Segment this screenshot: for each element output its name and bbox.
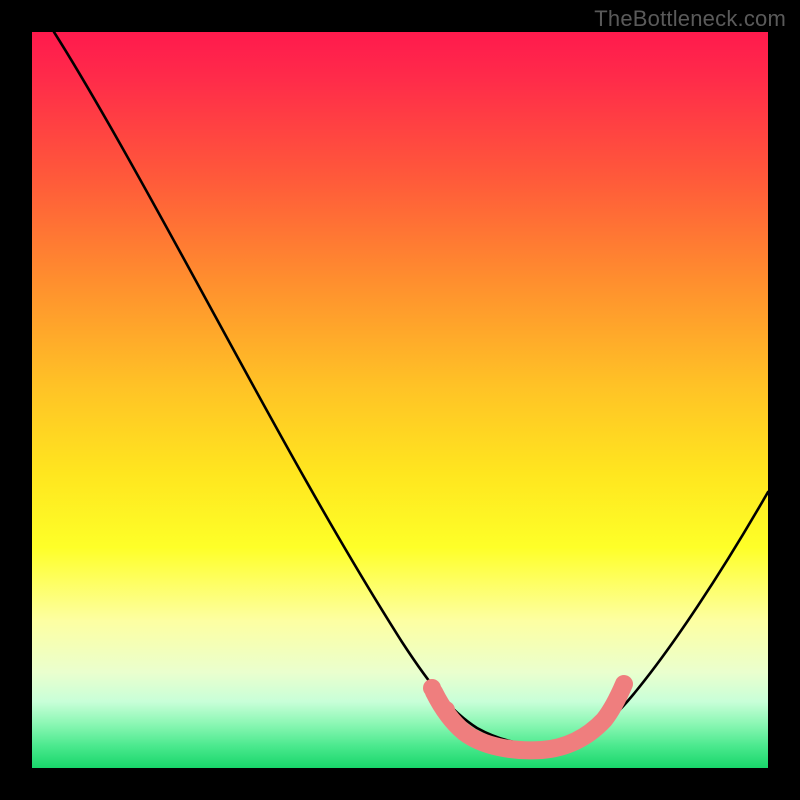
bottleneck-curve xyxy=(54,32,768,745)
chart-frame: TheBottleneck.com xyxy=(0,0,800,800)
curve-layer xyxy=(32,32,768,768)
highlight-dot xyxy=(437,701,455,719)
watermark-text: TheBottleneck.com xyxy=(594,6,786,32)
plot-area xyxy=(32,32,768,768)
